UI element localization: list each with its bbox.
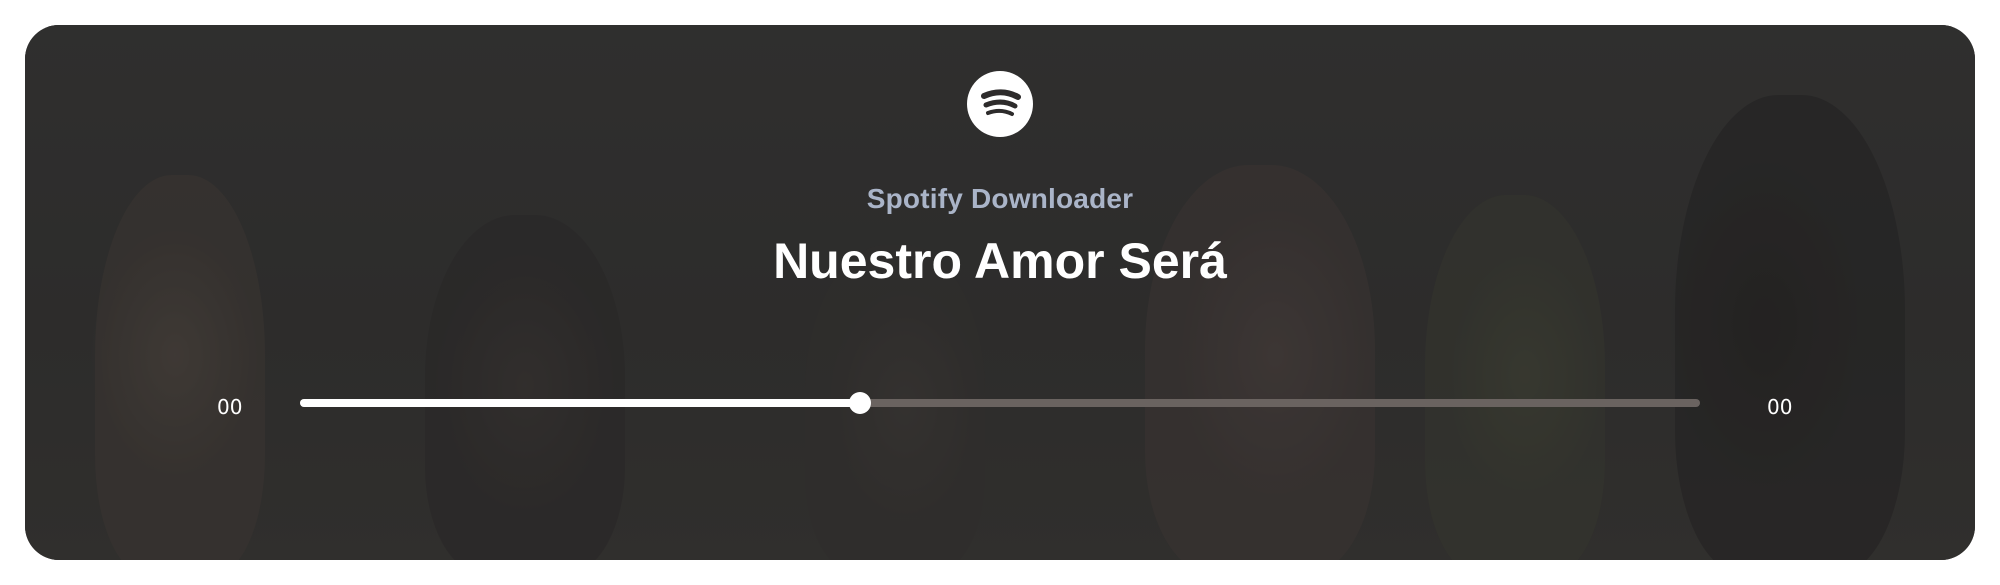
player-card: Spotify Downloader Nuestro Amor Será 00 … — [25, 25, 1975, 560]
spotify-icon — [967, 71, 1033, 137]
player-content: Spotify Downloader Nuestro Amor Será 00 … — [25, 25, 1975, 560]
app-name: Spotify Downloader — [866, 183, 1134, 214]
progress-fill — [300, 399, 860, 407]
total-time: 00 — [1767, 395, 1793, 419]
elapsed-time: 00 — [217, 395, 243, 419]
progress-bar[interactable] — [300, 392, 1700, 414]
track-title: Nuestro Amor Será — [773, 233, 1227, 289]
progress-thumb[interactable] — [849, 392, 871, 414]
